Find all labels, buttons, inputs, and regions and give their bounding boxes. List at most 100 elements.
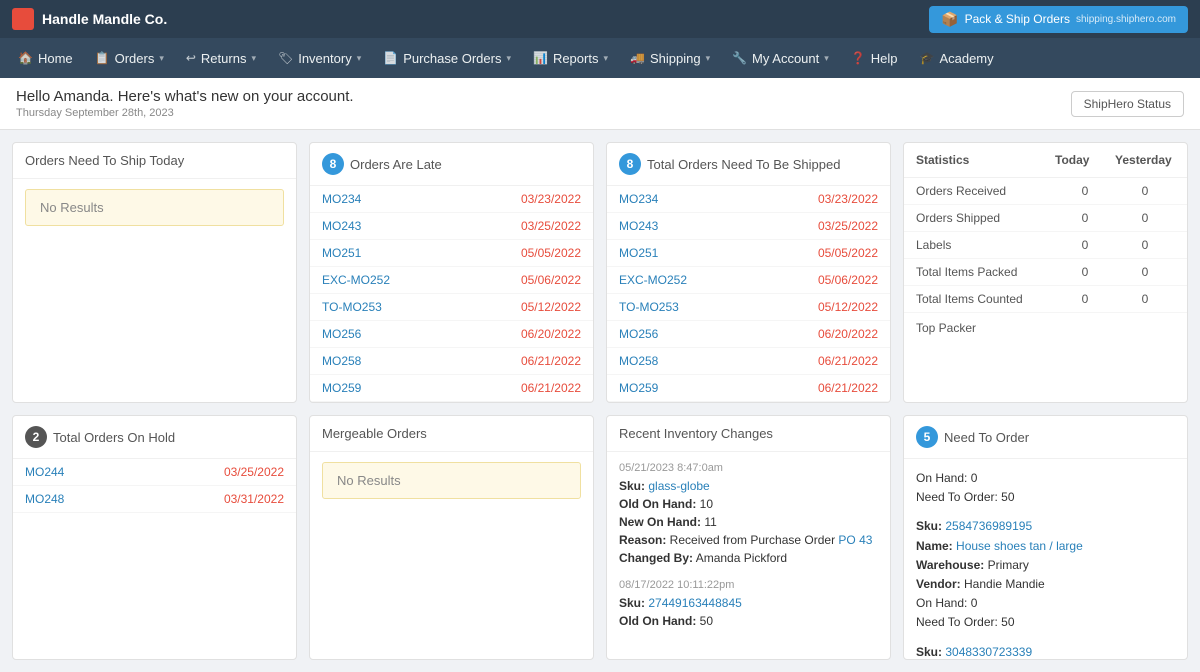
order-link[interactable]: MO248 bbox=[25, 492, 64, 506]
nav-purchase-orders[interactable]: 📄 Purchase Orders ▾ bbox=[373, 43, 521, 74]
mergeable-title: Mergeable Orders bbox=[322, 426, 427, 441]
order-row[interactable]: EXC-MO25205/06/2022 bbox=[607, 267, 890, 294]
order-link[interactable]: MO256 bbox=[322, 327, 361, 341]
nav-inventory-label: Inventory bbox=[298, 51, 351, 66]
inv-sku-label: Sku: bbox=[619, 596, 645, 610]
order-link[interactable]: EXC-MO252 bbox=[619, 273, 687, 287]
need-order-entry: Sku: 2584736989195Name: House shoes tan … bbox=[916, 517, 1175, 632]
order-row[interactable]: MO25906/21/2022 bbox=[607, 375, 890, 402]
order-link[interactable]: TO-MO253 bbox=[619, 300, 679, 314]
order-row[interactable]: MO23403/23/2022 bbox=[310, 186, 593, 213]
nav-returns-label: Returns bbox=[201, 51, 247, 66]
stats-label: Labels bbox=[916, 238, 1055, 252]
order-row[interactable]: TO-MO25305/12/2022 bbox=[607, 294, 890, 321]
stats-yesterday: 0 bbox=[1115, 238, 1175, 252]
hold-orders-list: MO244 03/25/2022 MO24803/31/2022 bbox=[13, 459, 296, 513]
order-link[interactable]: MO234 bbox=[322, 192, 361, 206]
order-row[interactable]: MO24803/31/2022 bbox=[13, 486, 296, 513]
orders-late-count: 8 bbox=[322, 153, 344, 175]
need-pre-entry: On Hand: 0Need To Order: 50 bbox=[916, 469, 1175, 507]
truck-icon: 📦 bbox=[941, 11, 958, 28]
stats-row: Total Items Counted00 bbox=[904, 286, 1187, 313]
chevron-down-icon: ▾ bbox=[159, 53, 164, 64]
inv-new-hand: New On Hand: 11 bbox=[619, 513, 878, 531]
nav-inventory[interactable]: 🏷 Inventory ▾ bbox=[268, 43, 371, 74]
nav-home-label: Home bbox=[38, 51, 73, 66]
order-link[interactable]: EXC-MO252 bbox=[322, 273, 390, 287]
inv-sku-label: Sku: bbox=[619, 479, 645, 493]
order-row[interactable]: MO25105/05/2022 bbox=[607, 240, 890, 267]
inventory-card: Recent Inventory Changes 05/21/2023 8:47… bbox=[606, 415, 891, 660]
inv-po-link[interactable]: PO 43 bbox=[838, 533, 872, 547]
inv-line: Sku: 27449163448845 bbox=[619, 594, 878, 612]
ship-today-title: Orders Need To Ship Today bbox=[25, 153, 184, 168]
stats-yesterday: 0 bbox=[1115, 265, 1175, 279]
shiphero-status-button[interactable]: ShipHero Status bbox=[1071, 91, 1184, 117]
need-on-hand: On Hand: 0 bbox=[916, 594, 1175, 613]
nav-shipping[interactable]: 🚚 Shipping ▾ bbox=[620, 43, 720, 74]
need-order-body: On Hand: 0Need To Order: 50Sku: 25847369… bbox=[904, 459, 1187, 659]
inv-old-hand: Old On Hand: 10 bbox=[619, 495, 878, 513]
need-warehouse: Warehouse: Primary bbox=[916, 556, 1175, 575]
order-link[interactable]: TO-MO253 bbox=[322, 300, 382, 314]
need-sku-link[interactable]: 2584736989195 bbox=[945, 519, 1032, 533]
order-row[interactable]: MO25105/05/2022 bbox=[310, 240, 593, 267]
stats-yesterday: 0 bbox=[1115, 184, 1175, 198]
order-row[interactable]: MO24303/25/2022 bbox=[310, 213, 593, 240]
order-link[interactable]: MO259 bbox=[322, 381, 361, 395]
nav-orders[interactable]: 📋 Orders ▾ bbox=[85, 43, 174, 74]
order-row[interactable]: MO25906/21/2022 bbox=[310, 375, 593, 402]
need-to-order-label: Need To Order: 50 bbox=[916, 488, 1175, 507]
nav-my-account[interactable]: 🔧 My Account ▾ bbox=[722, 43, 839, 74]
nav-returns[interactable]: ↩ Returns ▾ bbox=[176, 43, 266, 74]
stats-label: Total Items Counted bbox=[916, 292, 1055, 306]
order-link[interactable]: MO243 bbox=[619, 219, 658, 233]
logo-text: Handle Mandle Co. bbox=[42, 11, 167, 27]
inv-reason: Reason: Received from Purchase Order PO … bbox=[619, 531, 878, 549]
need-name-link[interactable]: House shoes tan / large bbox=[956, 539, 1083, 553]
inventory-entry: 08/17/2022 10:11:22pmSku: 27449163448845… bbox=[619, 579, 878, 630]
order-link[interactable]: MO234 bbox=[619, 192, 658, 206]
order-row[interactable]: MO25606/20/2022 bbox=[310, 321, 593, 348]
need-order-count: 5 bbox=[916, 426, 938, 448]
order-row[interactable]: MO25806/21/2022 bbox=[607, 348, 890, 375]
mergeable-no-results: No Results bbox=[322, 462, 581, 499]
order-row[interactable]: MO25606/20/2022 bbox=[607, 321, 890, 348]
nav-bar: 🏠 Home 📋 Orders ▾ ↩ Returns ▾ 🏷 Inventor… bbox=[0, 38, 1200, 78]
order-link[interactable]: MO258 bbox=[619, 354, 658, 368]
order-row[interactable]: MO258 06/21/2022 bbox=[310, 348, 593, 375]
stats-col-today: Today bbox=[1055, 153, 1115, 167]
nav-reports[interactable]: 📊 Reports ▾ bbox=[523, 43, 618, 74]
order-link[interactable]: MO259 bbox=[619, 381, 658, 395]
pack-ship-button[interactable]: 📦 Pack & Ship Orders shipping.shiphero.c… bbox=[929, 6, 1188, 33]
order-link[interactable]: MO243 bbox=[322, 219, 361, 233]
order-row[interactable]: TO-MO253 05/12/2022 bbox=[310, 294, 593, 321]
order-link[interactable]: MO258 bbox=[322, 354, 361, 368]
need-sku-line: Sku: 3048330723339 bbox=[916, 643, 1175, 660]
nav-academy[interactable]: 🎓 Academy bbox=[909, 43, 1003, 74]
order-row[interactable]: MO23403/23/2022 bbox=[607, 186, 890, 213]
order-row[interactable]: MO24303/25/2022 bbox=[607, 213, 890, 240]
inventory-header: Recent Inventory Changes bbox=[607, 416, 890, 452]
top-packer: Top Packer bbox=[904, 313, 1187, 343]
order-link[interactable]: MO251 bbox=[322, 246, 361, 260]
order-link[interactable]: MO256 bbox=[619, 327, 658, 341]
order-date: 03/25/2022 bbox=[224, 465, 284, 479]
order-row[interactable]: MO244 03/25/2022 bbox=[13, 459, 296, 486]
stats-yesterday: 0 bbox=[1115, 292, 1175, 306]
mergeable-header: Mergeable Orders bbox=[310, 416, 593, 452]
nav-home[interactable]: 🏠 Home bbox=[8, 43, 83, 74]
order-date: 05/12/2022 bbox=[521, 300, 581, 314]
order-link[interactable]: MO244 bbox=[25, 465, 64, 479]
chevron-down-icon: ▾ bbox=[357, 53, 362, 64]
welcome-heading: Hello Amanda. Here's what's new on your … bbox=[16, 88, 354, 105]
inv-sku-link[interactable]: glass-globe bbox=[648, 479, 709, 493]
chevron-down-icon: ▾ bbox=[824, 53, 829, 64]
order-date: 06/21/2022 bbox=[521, 354, 581, 368]
order-row[interactable]: EXC-MO25205/06/2022 bbox=[310, 267, 593, 294]
need-sku-link[interactable]: 3048330723339 bbox=[945, 645, 1032, 659]
order-link[interactable]: MO251 bbox=[619, 246, 658, 260]
shipping-icon: 🚚 bbox=[630, 51, 645, 65]
nav-help[interactable]: ❓ Help bbox=[841, 43, 908, 74]
inv-sku-link[interactable]: 27449163448845 bbox=[648, 596, 741, 610]
